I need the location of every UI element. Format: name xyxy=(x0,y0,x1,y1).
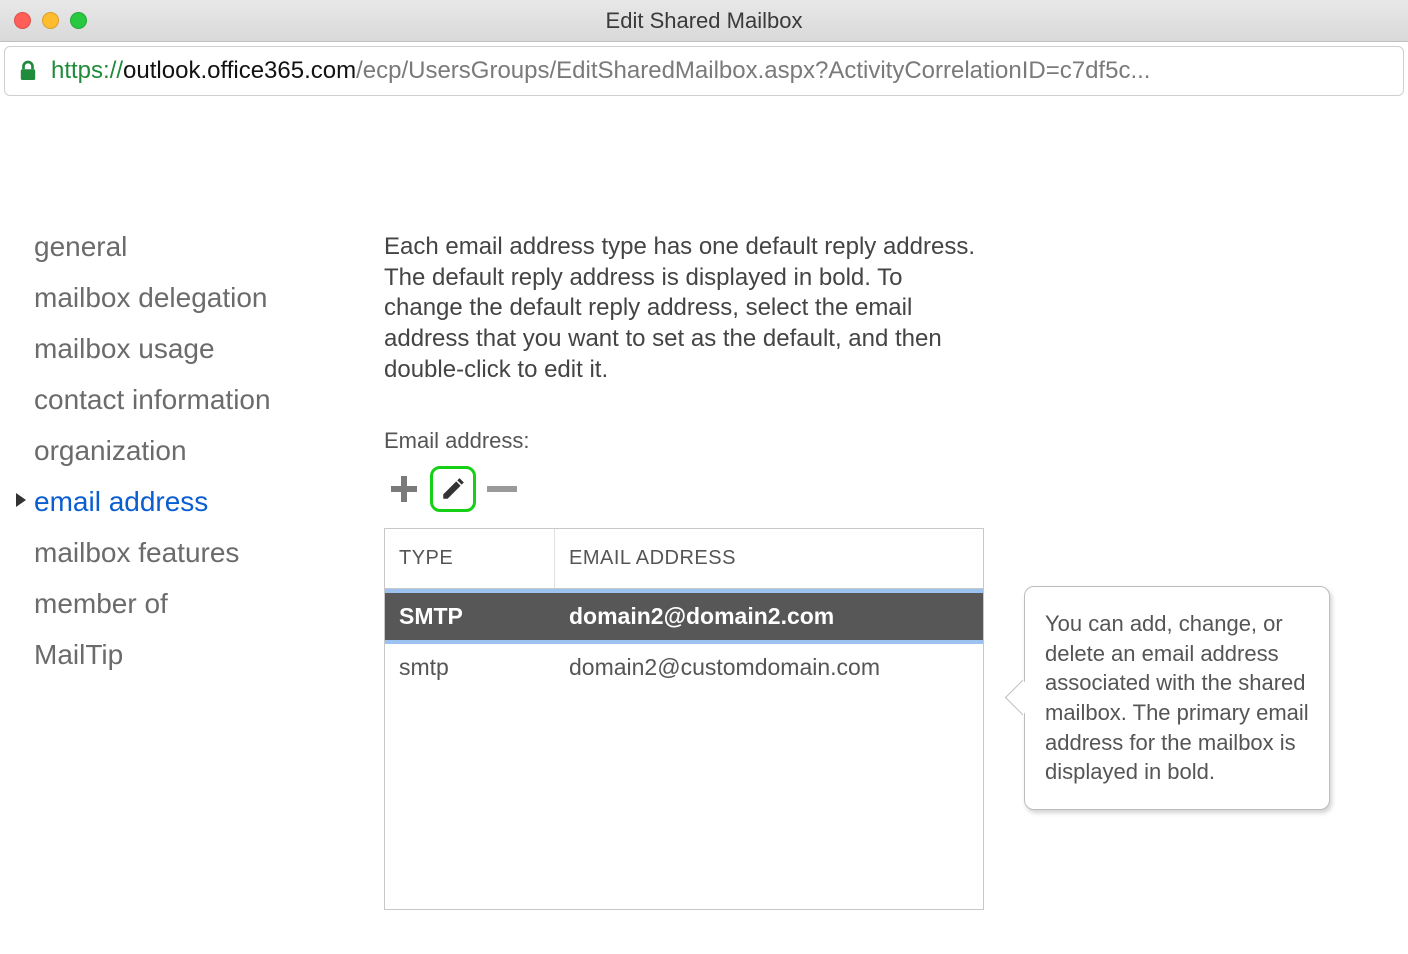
sidenav-item-mailbox-features[interactable]: mailbox features xyxy=(34,532,364,583)
minus-icon xyxy=(487,486,517,492)
table-header: TYPE EMAIL ADDRESS xyxy=(385,529,983,589)
sidenav-item-mailtip[interactable]: MailTip xyxy=(34,634,364,685)
cell-email: domain2@customdomain.com xyxy=(555,644,983,691)
side-nav: general mailbox delegation mailbox usage… xyxy=(34,226,364,910)
lock-icon xyxy=(19,60,37,82)
sidenav-item-general[interactable]: general xyxy=(34,226,364,277)
email-table: TYPE EMAIL ADDRESS SMTP domain2@domain2.… xyxy=(384,528,984,910)
cell-type: SMTP xyxy=(385,593,555,640)
help-callout-text: You can add, change, or delete an email … xyxy=(1045,611,1309,784)
content-area: general mailbox delegation mailbox usage… xyxy=(0,96,1408,910)
edit-email-button[interactable] xyxy=(430,466,476,512)
close-window-button[interactable] xyxy=(14,12,31,29)
help-callout: You can add, change, or delete an email … xyxy=(1024,586,1330,810)
sidenav-item-organization[interactable]: organization xyxy=(34,430,364,481)
sidenav-item-member-of[interactable]: member of xyxy=(34,583,364,634)
minimize-window-button[interactable] xyxy=(42,12,59,29)
col-header-type[interactable]: TYPE xyxy=(385,529,555,588)
email-address-label: Email address: xyxy=(384,428,984,454)
cell-type: smtp xyxy=(385,644,555,691)
window-title: Edit Shared Mailbox xyxy=(606,8,803,34)
window-controls xyxy=(14,12,87,29)
window-titlebar: Edit Shared Mailbox xyxy=(0,0,1408,42)
sidenav-item-mailbox-delegation[interactable]: mailbox delegation xyxy=(34,277,364,328)
email-toolbar xyxy=(384,466,984,512)
remove-email-button[interactable] xyxy=(482,469,522,509)
col-header-email[interactable]: EMAIL ADDRESS xyxy=(555,529,983,588)
address-bar[interactable]: https://outlook.office365.com/ecp/UsersG… xyxy=(4,46,1404,96)
sidenav-item-contact-information[interactable]: contact information xyxy=(34,379,364,430)
url-host: outlook.office365.com xyxy=(123,57,356,85)
table-row[interactable]: smtp domain2@customdomain.com xyxy=(385,644,983,691)
cell-email: domain2@domain2.com xyxy=(555,593,983,640)
table-row[interactable]: SMTP domain2@domain2.com xyxy=(385,589,983,644)
pencil-icon xyxy=(440,476,466,502)
help-callout-wrap: You can add, change, or delete an email … xyxy=(1024,586,1330,910)
add-email-button[interactable] xyxy=(384,469,424,509)
main-panel: Each email address type has one default … xyxy=(384,226,984,910)
description-text: Each email address type has one default … xyxy=(384,232,984,386)
sidenav-item-mailbox-usage[interactable]: mailbox usage xyxy=(34,328,364,379)
table-body: SMTP domain2@domain2.com smtp domain2@cu… xyxy=(385,589,983,909)
sidenav-item-email-address[interactable]: email address xyxy=(34,481,364,532)
plus-icon xyxy=(389,474,419,504)
url-scheme: https:// xyxy=(51,57,123,85)
zoom-window-button[interactable] xyxy=(70,12,87,29)
url-path: /ecp/UsersGroups/EditSharedMailbox.aspx?… xyxy=(356,57,1150,85)
